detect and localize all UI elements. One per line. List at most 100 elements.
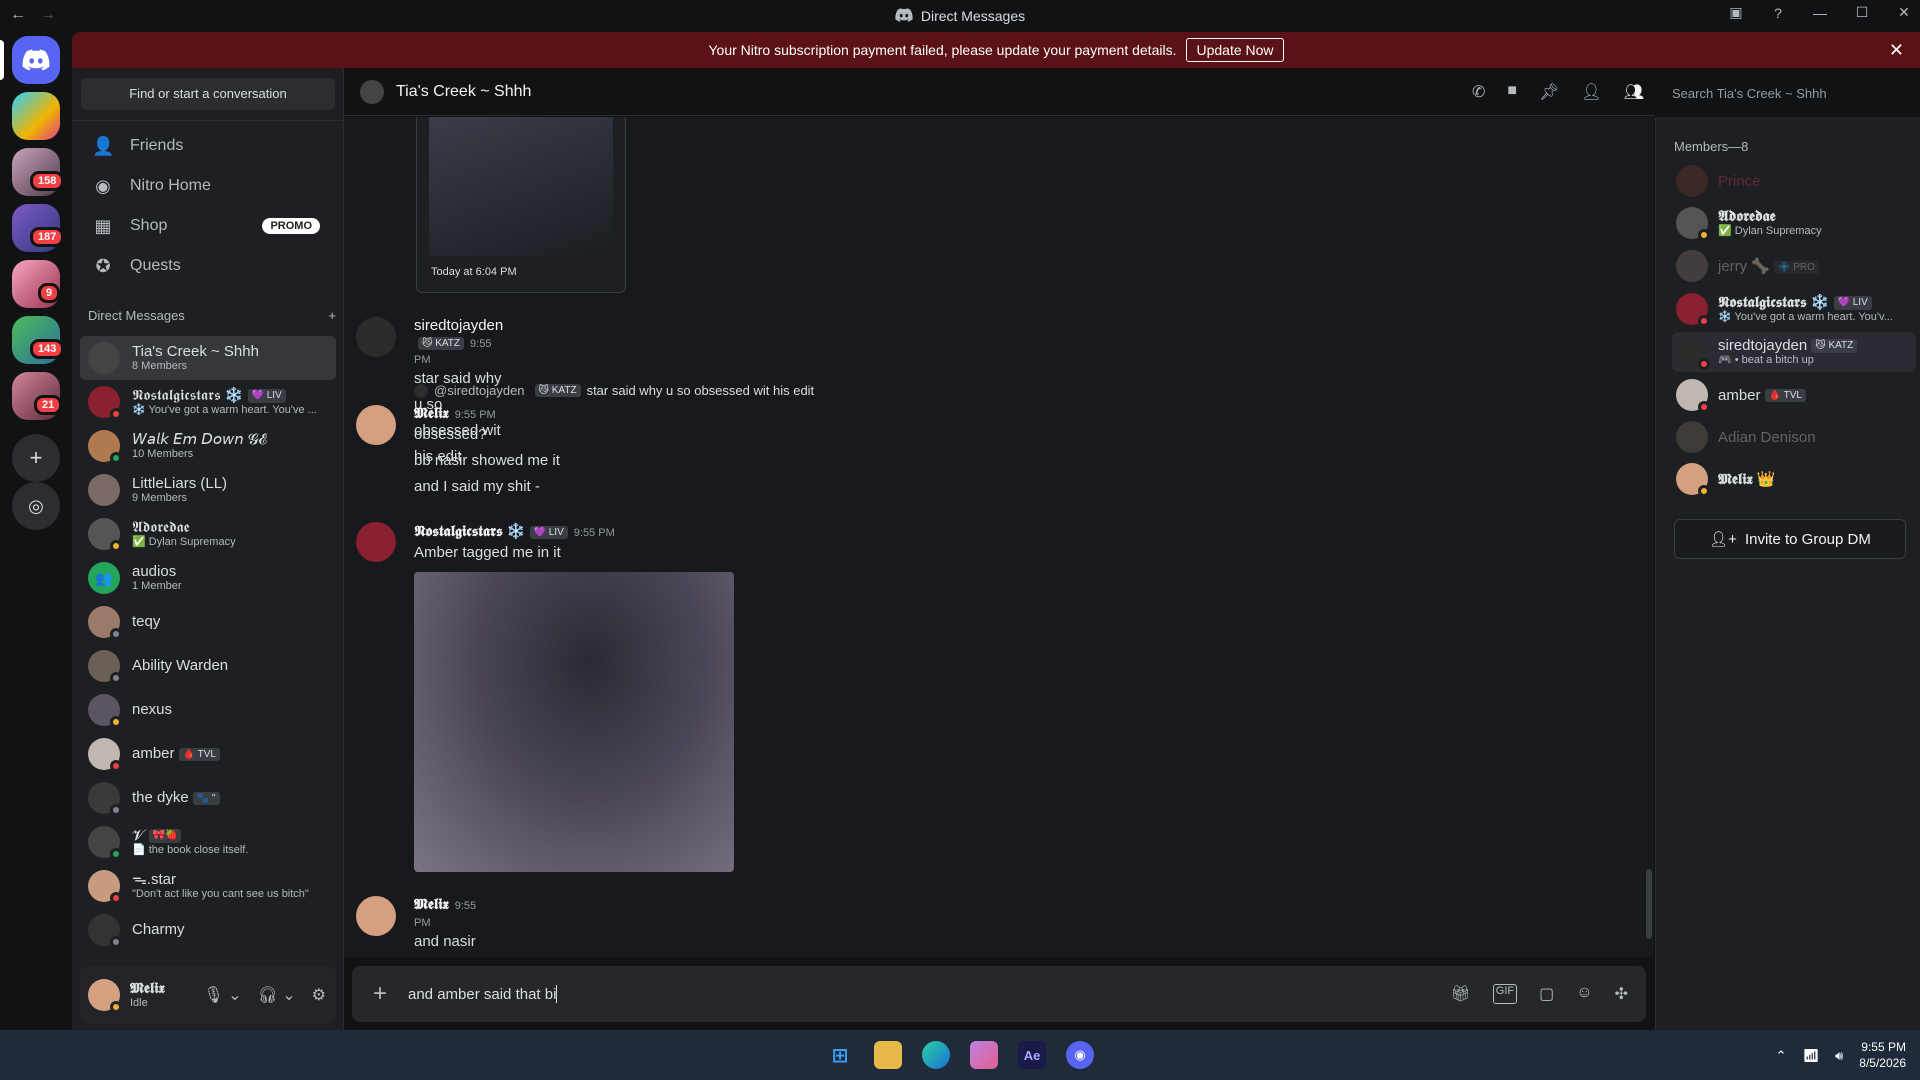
attachment-image[interactable] xyxy=(414,572,734,872)
nav-quests[interactable]: ✪ Quests xyxy=(80,246,336,286)
search-input[interactable]: Search Tia's Creek ~ Shhh xyxy=(1664,80,1908,108)
dm-item[interactable]: 👥 audios 1 Member xyxy=(80,556,336,600)
windows-start-icon[interactable]: ⊞ xyxy=(826,1041,854,1069)
dm-subtext: 1 Member xyxy=(132,580,182,593)
wifi-icon[interactable]: 📶︎ xyxy=(1803,1048,1820,1064)
member-subtext: ✅ Dylan Supremacy xyxy=(1718,225,1822,238)
file-explorer-icon[interactable] xyxy=(874,1041,902,1069)
member-item[interactable]: amber 🩸 TVL xyxy=(1672,375,1916,415)
member-list-icon[interactable]: 👥︎ xyxy=(1624,82,1644,102)
attachment-image[interactable] xyxy=(429,117,613,256)
video-call-icon[interactable]: ■ xyxy=(1507,82,1517,102)
gear-icon[interactable]: ⚙ xyxy=(312,985,326,1005)
member-item[interactable]: 𝕸𝖊𝖑𝖎𝖝 👑 xyxy=(1672,459,1916,499)
message-author[interactable]: 𝕸𝖊𝖑𝖎𝖝 xyxy=(414,896,449,913)
plus-icon: + xyxy=(29,445,43,470)
reply-preview[interactable]: @siredtojayden 😼 KATZ star said why u so… xyxy=(414,383,814,398)
headphones-icon[interactable]: 🎧︎ ⌄ xyxy=(257,985,295,1005)
avatar[interactable] xyxy=(356,896,396,936)
add-server-button[interactable]: + xyxy=(12,434,60,482)
dm-item[interactable]: teqy xyxy=(80,600,336,644)
nav-friends[interactable]: 👤 Friends xyxy=(80,126,336,166)
member-item[interactable]: jerry 🦴 💠 PRO xyxy=(1672,246,1916,286)
find-conversation-button[interactable]: Find or start a conversation xyxy=(81,78,335,110)
invite-to-group-button[interactable]: 👤︎+ Invite to Group DM xyxy=(1674,519,1906,559)
close-icon[interactable]: ✕ xyxy=(1889,40,1904,61)
avatar xyxy=(1676,293,1710,327)
dm-item[interactable]: 𝕬𝖉𝖔𝖗𝖊𝖉𝖆𝖊 ✅ Dylan Supremacy xyxy=(80,512,336,556)
update-now-button[interactable]: Update Now xyxy=(1186,38,1284,62)
dm-item[interactable]: 𝘞𝘢𝘭𝘬 𝘌𝘮 𝘋𝘰𝘸𝘯 𝓖𝓔 10 Members xyxy=(80,424,336,468)
add-friends-icon[interactable]: 👤︎ xyxy=(1581,82,1601,102)
member-item[interactable]: Adian Denison xyxy=(1672,417,1916,457)
dm-item[interactable]: ᯓ.star "Don't act like you cant see us bi… xyxy=(80,864,336,908)
edge-browser-icon[interactable] xyxy=(922,1041,950,1069)
close-button[interactable]: ✕ xyxy=(1894,4,1914,21)
add-dm-icon[interactable]: + xyxy=(328,308,336,323)
member-item[interactable]: Prince xyxy=(1672,161,1916,201)
voice-call-icon[interactable]: ✆ xyxy=(1472,82,1485,102)
member-name: 𝕬𝖉𝖔𝖗𝖊𝖉𝖆𝖊 xyxy=(1718,208,1776,226)
emoji-icon[interactable]: ☺ xyxy=(1576,984,1592,1004)
apps-icon[interactable]: ✣ xyxy=(1615,984,1628,1004)
message-author[interactable]: 𝕸𝖊𝖑𝖎𝖝 xyxy=(414,405,449,422)
user-status: Idle xyxy=(130,997,148,1010)
guild-tag: 🎀🍓 xyxy=(148,829,182,843)
gift-icon[interactable]: 🎁︎ xyxy=(1450,984,1470,1004)
dm-item[interactable]: amber 🩸 TVL xyxy=(80,732,336,776)
dm-item[interactable]: Ability Warden xyxy=(80,644,336,688)
volume-icon[interactable]: 🔊︎ xyxy=(1835,1048,1843,1064)
upload-plus-icon[interactable]: + xyxy=(352,980,408,1008)
dm-item[interactable]: 𝓥 🎀🍓 📄 the book close itself. xyxy=(80,820,336,864)
clock[interactable]: 9:55 PM 8/5/2026 xyxy=(1859,1040,1906,1071)
home-button[interactable] xyxy=(12,36,60,84)
avatar xyxy=(88,914,122,948)
message-input[interactable]: and amber said that bi xyxy=(408,986,556,1003)
nav-shop[interactable]: ▦ Shop PROMO xyxy=(80,206,336,246)
dm-item[interactable]: 𝕹𝖔𝖘𝖙𝖆𝖑𝖌𝖎𝖈𝖘𝖙𝖆𝖗𝖘 ❄️ 💜 LIV ❄️ You've got a wa… xyxy=(80,380,336,424)
back-arrow-icon[interactable]: ← xyxy=(10,6,26,24)
sticker-icon[interactable]: ▢ xyxy=(1539,984,1554,1004)
avatar[interactable] xyxy=(356,522,396,562)
dm-item[interactable]: Tia's Creek ~ Shhh 8 Members xyxy=(80,336,336,380)
nav-nitro-home[interactable]: ◉ Nitro Home xyxy=(80,166,336,206)
status-offline xyxy=(110,804,122,816)
after-effects-icon[interactable]: Ae xyxy=(1018,1041,1046,1069)
member-item[interactable]: siredtojayden 😼 KATZ 🎮 • beat a bitch up xyxy=(1672,332,1916,372)
member-item[interactable]: 𝕬𝖉𝖔𝖗𝖊𝖉𝖆𝖊 ✅ Dylan Supremacy xyxy=(1672,203,1916,243)
status-dnd xyxy=(1698,358,1710,370)
gif-icon[interactable]: GIF xyxy=(1492,984,1518,1004)
dm-item[interactable]: Charmy xyxy=(80,908,336,952)
dm-name: Tia's Creek ~ Shhh xyxy=(132,343,259,361)
server-icon[interactable] xyxy=(12,92,60,140)
status-dnd xyxy=(1698,401,1710,413)
avatar[interactable] xyxy=(356,405,396,445)
avatar[interactable] xyxy=(88,979,122,1013)
message-author[interactable]: siredtojayden xyxy=(414,317,503,334)
microphone-icon[interactable]: 🎙︎ ⌄ xyxy=(203,985,241,1005)
maximize-button[interactable]: ☐ xyxy=(1852,4,1872,21)
discord-taskbar-icon[interactable]: ◉ xyxy=(1066,1041,1094,1069)
scrollbar-thumb[interactable] xyxy=(1646,869,1652,939)
member-item[interactable]: 𝕹𝖔𝖘𝖙𝖆𝖑𝖌𝖎𝖈𝖘𝖙𝖆𝖗𝖘 ❄️ 💜 LIV ❄️ You've got a wa… xyxy=(1672,289,1916,329)
dm-item[interactable]: nexus xyxy=(80,688,336,732)
paint-app-icon[interactable] xyxy=(970,1041,998,1069)
forward-arrow-icon[interactable]: → xyxy=(40,6,56,24)
minimize-button[interactable]: — xyxy=(1810,5,1830,21)
help-icon[interactable]: ? xyxy=(1768,5,1788,21)
chevron-up-icon[interactable]: ⌃ xyxy=(1776,1048,1787,1064)
history-nav: ← → xyxy=(10,6,56,24)
discover-button[interactable]: ◎ xyxy=(12,482,60,530)
dm-item[interactable]: the dyke 🐾 " xyxy=(80,776,336,820)
pin-icon[interactable]: 📌︎ xyxy=(1539,82,1559,102)
chat-header: Tia's Creek ~ Shhh ✆ ■ 📌︎ 👤︎ 👥︎ xyxy=(344,68,1654,116)
dm-item[interactable]: LittleLiars (LL) 9 Members xyxy=(80,468,336,512)
dm-name: audios xyxy=(132,563,177,581)
avatar[interactable] xyxy=(356,317,396,357)
message-text: and I said my shit - xyxy=(414,478,540,495)
channel-title[interactable]: Tia's Creek ~ Shhh xyxy=(396,83,531,101)
avatar xyxy=(88,870,122,904)
inbox-icon[interactable]: ▣ xyxy=(1726,4,1746,21)
member-name: Adian Denison xyxy=(1718,428,1816,446)
message-author[interactable]: 𝕹𝖔𝖘𝖙𝖆𝖑𝖌𝖎𝖈𝖘𝖙𝖆𝖗𝖘 ❄️ xyxy=(414,523,526,540)
